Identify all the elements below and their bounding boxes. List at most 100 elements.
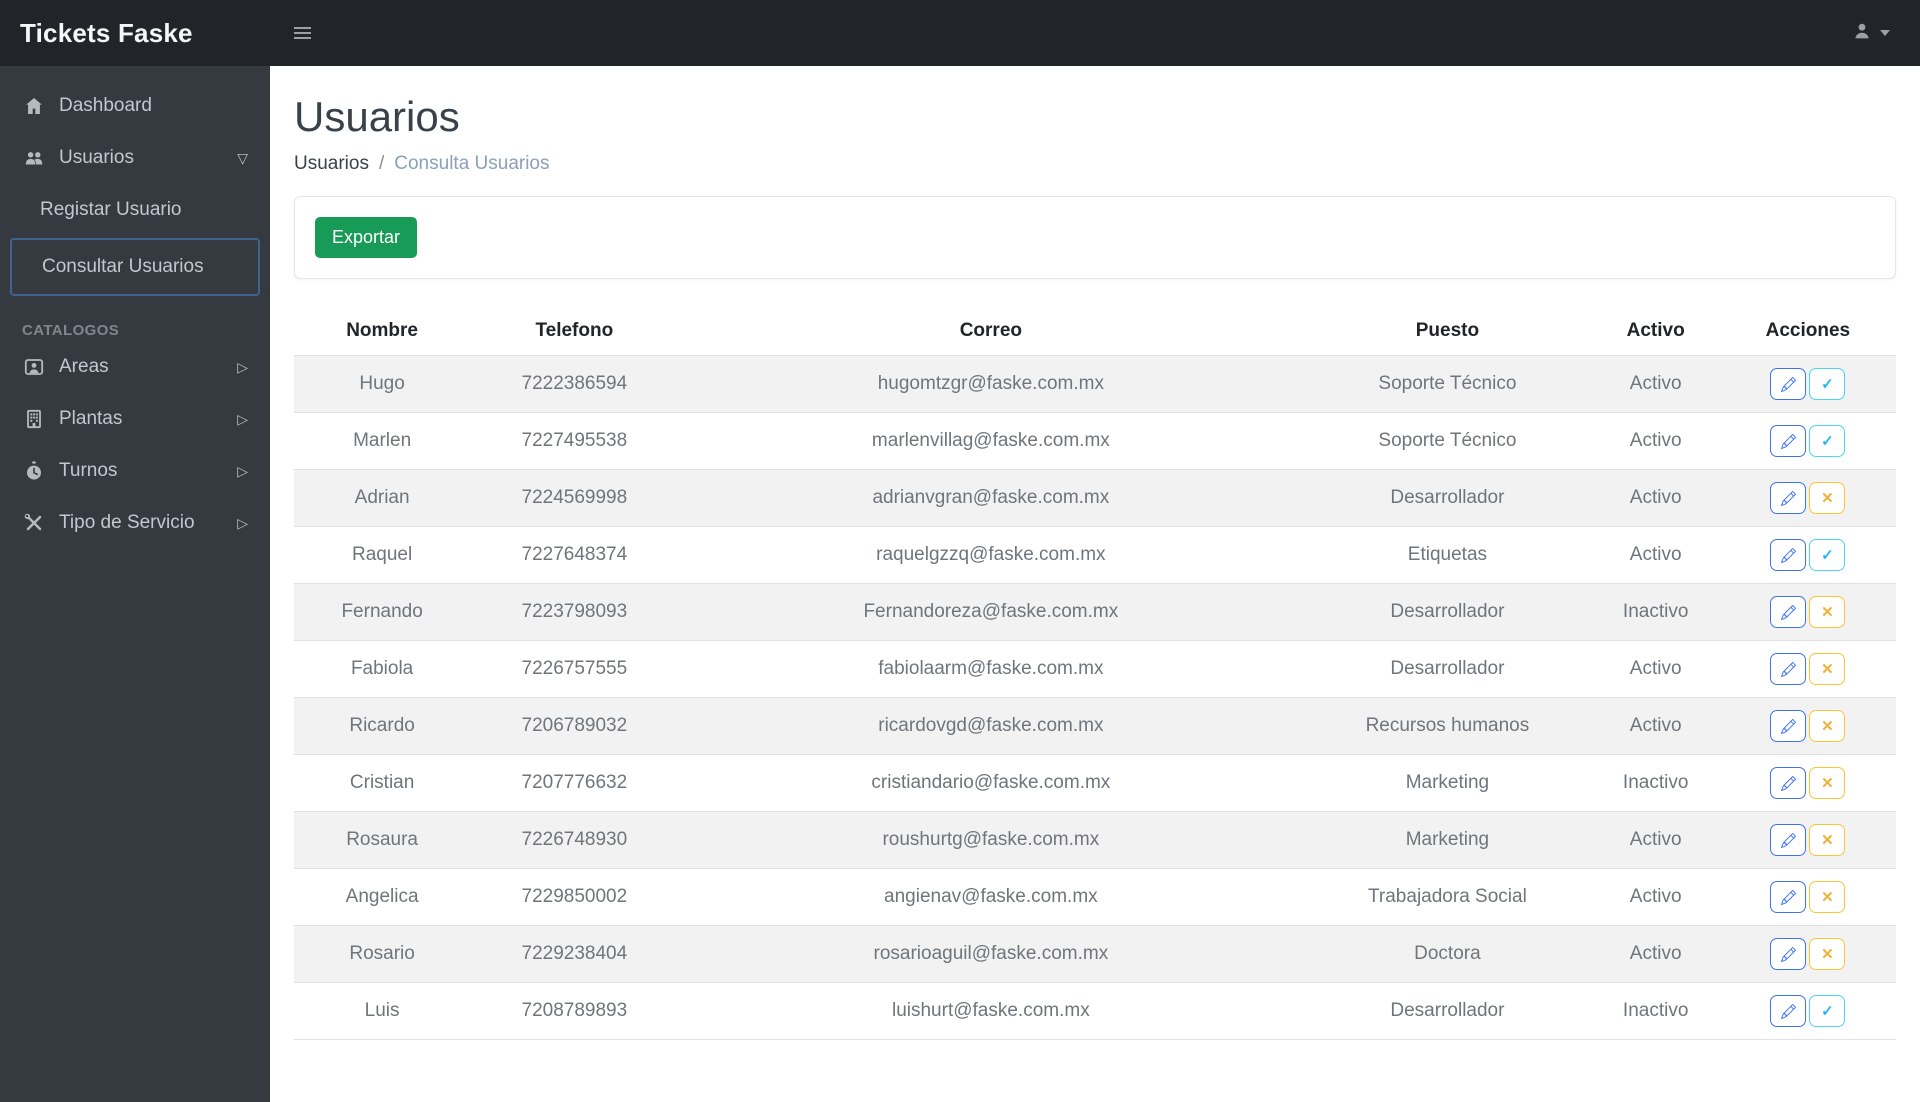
edit-button[interactable] <box>1770 995 1807 1028</box>
user-name: Adrian <box>354 487 410 509</box>
user-menu[interactable] <box>1851 20 1920 47</box>
deactivate-x-button[interactable]: ✕ <box>1809 653 1846 686</box>
table-row: Rosario 7229238404 rosarioaguil@faske.co… <box>294 925 1896 983</box>
user-role: Soporte Técnico <box>1378 430 1517 452</box>
sidebar-item-label: Consultar Usuarios <box>42 256 204 277</box>
app-brand: Tickets Faske <box>20 17 193 48</box>
activate-check-button[interactable]: ✓ <box>1809 995 1846 1028</box>
user-email: roushurtg@faske.com.mx <box>882 829 1100 851</box>
user-email: hugomtzgr@faske.com.mx <box>877 373 1104 395</box>
sidebar-item-registar-usuario[interactable]: Registar Usuario <box>10 186 260 234</box>
deactivate-x-button[interactable]: ✕ <box>1809 482 1846 515</box>
user-phone: 7206789032 <box>521 715 628 737</box>
edit-button[interactable] <box>1770 881 1807 914</box>
deactivate-x-button[interactable]: ✕ <box>1809 938 1846 971</box>
sidebar-item-areas[interactable]: Areas ▷ <box>10 343 260 391</box>
user-role: Trabajadora Social <box>1368 886 1527 908</box>
deactivate-x-button[interactable]: ✕ <box>1809 710 1846 743</box>
user-role: Marketing <box>1405 772 1490 794</box>
user-role: Desarrollador <box>1390 601 1505 623</box>
edit-button[interactable] <box>1770 539 1807 572</box>
row-actions: ✕ <box>1720 698 1896 755</box>
sidebar-item-consultar-usuarios[interactable]: Consultar Usuarios <box>10 238 260 296</box>
user-name: Raquel <box>352 544 413 566</box>
sidebar-item-label: Plantas <box>59 408 123 429</box>
sidebar-section-catalogos: CATALOGOS <box>22 322 120 339</box>
edit-button[interactable] <box>1770 425 1807 458</box>
edit-button[interactable] <box>1770 368 1807 401</box>
user-status: Activo <box>1629 544 1682 566</box>
table-row: Hugo 7222386594 hugomtzgr@faske.com.mx S… <box>294 355 1896 413</box>
users-icon <box>22 147 46 169</box>
pencil-icon <box>1780 547 1796 563</box>
breadcrumb: Usuarios / Consulta Usuarios <box>294 153 1896 175</box>
menu-toggle-icon[interactable] <box>286 19 319 47</box>
sidebar-item-tipo-de-servicio[interactable]: Tipo de Servicio ▷ <box>10 499 260 547</box>
user-status: Inactivo <box>1622 772 1689 794</box>
column-header-puesto: Puesto <box>1415 320 1480 342</box>
user-phone: 7226748930 <box>521 829 628 851</box>
user-name: Ricardo <box>349 715 415 737</box>
edit-button[interactable] <box>1770 938 1807 971</box>
edit-button[interactable] <box>1770 767 1807 800</box>
column-header-activo: Activo <box>1626 320 1685 342</box>
column-header-telefono: Telefono <box>535 320 614 342</box>
user-phone: 7222386594 <box>521 373 628 395</box>
user-name: Rosario <box>349 943 415 965</box>
user-status: Activo <box>1629 658 1682 680</box>
pencil-icon <box>1780 1003 1796 1019</box>
user-name: Fernando <box>341 601 423 623</box>
person-card-icon <box>22 356 46 378</box>
user-role: Desarrollador <box>1390 1000 1505 1022</box>
export-button[interactable]: Exportar <box>315 217 418 259</box>
deactivate-x-button[interactable]: ✕ <box>1809 767 1846 800</box>
user-role: Etiquetas <box>1407 544 1488 566</box>
activate-check-button[interactable]: ✓ <box>1809 368 1846 401</box>
activate-check-button[interactable]: ✓ <box>1809 539 1846 572</box>
user-email: ricardovgd@faske.com.mx <box>878 715 1104 737</box>
user-email: Fernandoreza@faske.com.mx <box>863 601 1119 623</box>
user-role: Desarrollador <box>1390 658 1505 680</box>
tools-icon <box>22 512 46 534</box>
user-phone: 7226757555 <box>521 658 628 680</box>
user-role: Marketing <box>1405 829 1490 851</box>
stopwatch-icon <box>22 460 46 482</box>
user-status: Activo <box>1629 943 1682 965</box>
deactivate-x-button[interactable]: ✕ <box>1809 824 1846 857</box>
pencil-icon <box>1780 490 1796 506</box>
edit-button[interactable] <box>1770 653 1807 686</box>
edit-button[interactable] <box>1770 710 1807 743</box>
user-phone: 7208789893 <box>521 1000 628 1022</box>
user-name: Marlen <box>353 430 412 452</box>
edit-button[interactable] <box>1770 482 1807 515</box>
activate-check-button[interactable]: ✓ <box>1809 425 1846 458</box>
sidebar-item-turnos[interactable]: Turnos ▷ <box>10 447 260 495</box>
pencil-icon <box>1780 661 1796 677</box>
user-status: Inactivo <box>1622 601 1689 623</box>
user-email: cristiandario@faske.com.mx <box>871 772 1111 794</box>
page-title: Usuarios <box>294 93 460 140</box>
pencil-icon <box>1780 718 1796 734</box>
edit-button[interactable] <box>1770 824 1807 857</box>
user-role: Doctora <box>1414 943 1481 965</box>
sidebar-item-usuarios[interactable]: Usuarios ▽ <box>10 134 260 182</box>
sidebar-item-label: Dashboard <box>59 95 152 116</box>
pencil-icon <box>1780 604 1796 620</box>
breadcrumb-link-usuarios[interactable]: Usuarios <box>294 153 369 175</box>
sidebar-item-plantas[interactable]: Plantas ▷ <box>10 395 260 443</box>
user-name: Cristian <box>349 772 415 794</box>
pencil-icon <box>1780 889 1796 905</box>
user-status: Activo <box>1629 373 1682 395</box>
user-phone: 7223798093 <box>521 601 628 623</box>
user-email: raquelgzzq@faske.com.mx <box>876 544 1106 566</box>
edit-button[interactable] <box>1770 596 1807 629</box>
deactivate-x-button[interactable]: ✕ <box>1809 881 1846 914</box>
table-row: Angelica 7229850002 angienav@faske.com.m… <box>294 868 1896 926</box>
column-header-correo: Correo <box>959 320 1022 342</box>
deactivate-x-button[interactable]: ✕ <box>1809 596 1846 629</box>
user-phone: 7227495538 <box>521 430 628 452</box>
user-email: luishurt@faske.com.mx <box>891 1000 1090 1022</box>
sidebar-item-dashboard[interactable]: Dashboard <box>10 82 260 130</box>
user-role: Desarrollador <box>1390 487 1505 509</box>
pencil-icon <box>1780 376 1796 392</box>
